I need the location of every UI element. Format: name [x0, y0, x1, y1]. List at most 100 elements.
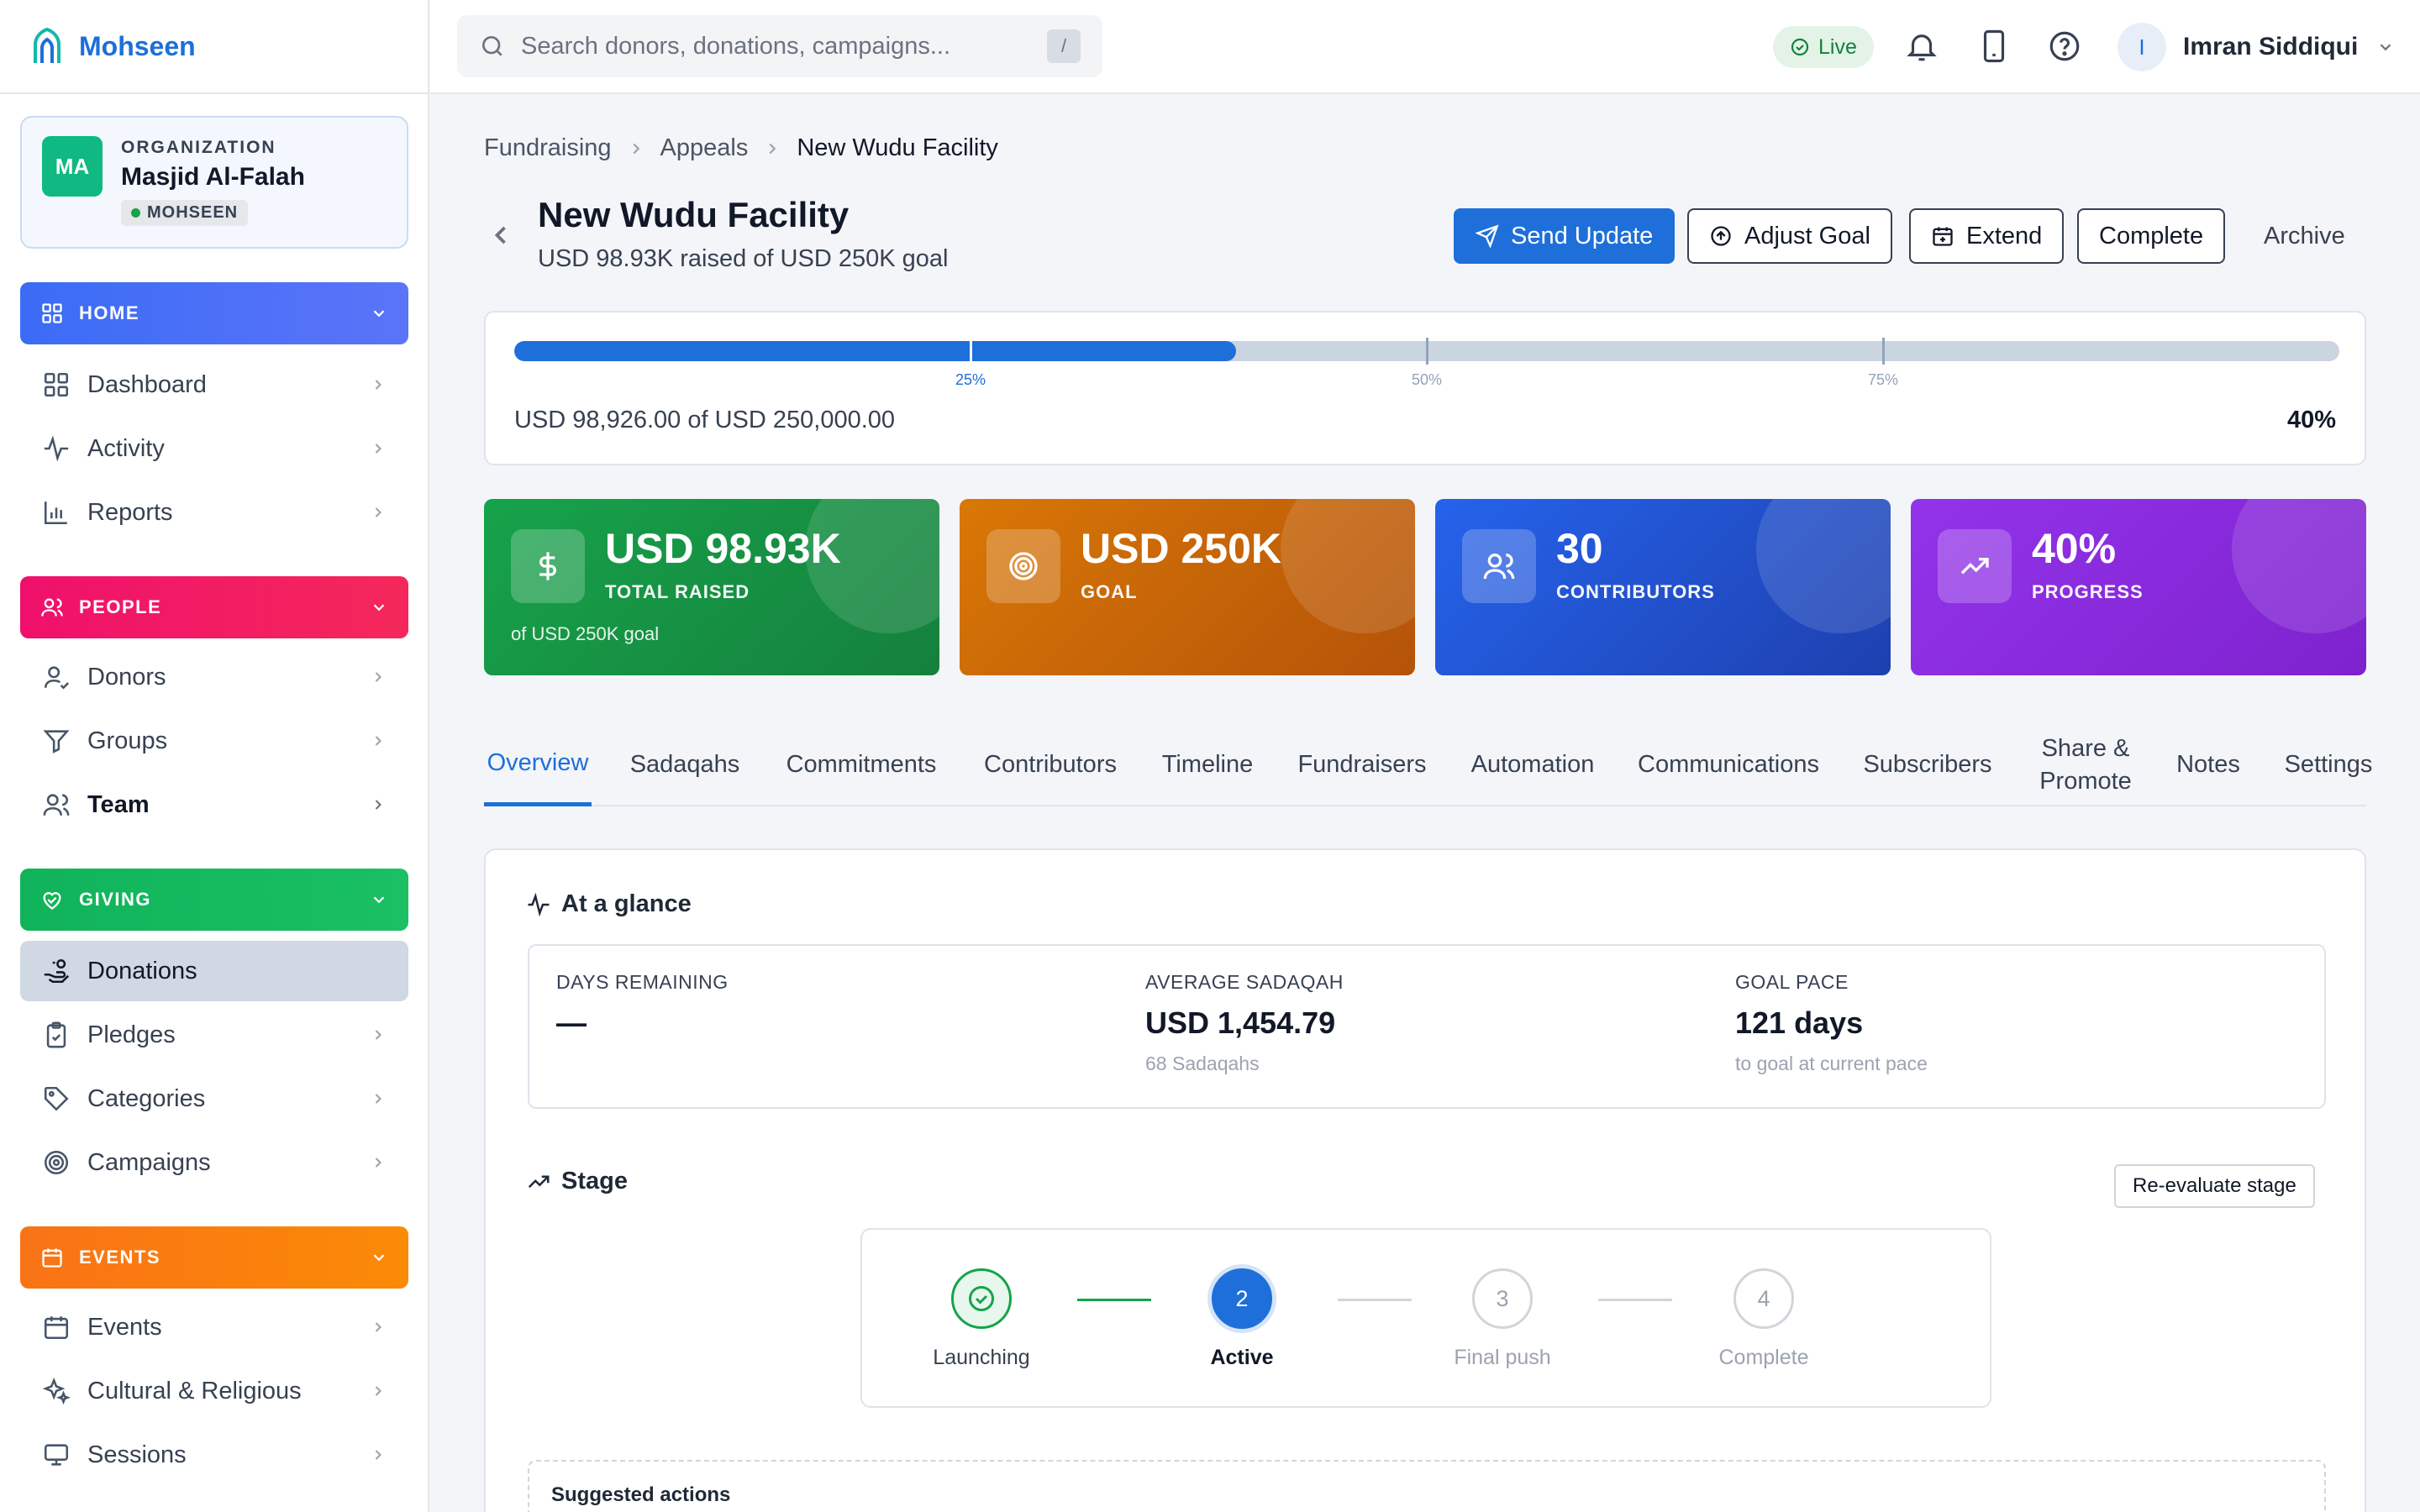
sidebar-item-cultural-religious[interactable]: Cultural & Religious: [20, 1361, 408, 1421]
section-home[interactable]: HOME: [20, 282, 408, 344]
help-circle-icon[interactable]: [2047, 29, 2082, 64]
chevron-right-icon: [769, 143, 776, 154]
stage-step-number: 2: [1212, 1268, 1272, 1329]
bell-icon[interactable]: [1904, 29, 1939, 64]
stat-value: 40%: [2032, 525, 2117, 572]
tab-subscribers[interactable]: Subscribers: [1859, 724, 1996, 806]
stage-step-active: 2 Active: [1158, 1268, 1326, 1370]
stage-step-label: Complete: [1718, 1346, 1809, 1369]
trending-up-icon: [1938, 529, 2012, 603]
sidebar-item-reports[interactable]: Reports: [20, 482, 408, 543]
stage-connector: [1338, 1299, 1412, 1301]
tab-fundraisers[interactable]: Fundraisers: [1294, 724, 1430, 806]
sidebar-item-donors[interactable]: Donors: [20, 647, 408, 707]
brand[interactable]: Mohseen: [0, 0, 428, 94]
milestone-label-50: 50%: [1411, 371, 1443, 388]
sidebar-item-pledges[interactable]: Pledges: [20, 1005, 408, 1065]
chevron-right-icon: [375, 1322, 381, 1332]
glance-sub: 68 Sadaqahs: [1145, 1053, 1260, 1074]
stage-step-final-push: 3 Final push: [1418, 1268, 1586, 1370]
sidebar-item-label: Dashboard: [87, 370, 207, 398]
section-people-label: PEOPLE: [79, 596, 162, 617]
tab-share-promote[interactable]: Share & Promote: [2033, 724, 2138, 806]
tab-notes[interactable]: Notes: [2171, 724, 2245, 806]
page-title: New Wudu Facility: [538, 195, 850, 234]
sidebar-item-sessions[interactable]: Sessions: [20, 1425, 408, 1485]
dashboard-icon: [44, 372, 69, 397]
sidebar-item-label: Activity: [87, 434, 165, 462]
sidebar-item-donations[interactable]: Donations: [20, 941, 408, 1001]
tab-overview[interactable]: Overview: [484, 724, 592, 806]
stage-step-label: Launching: [933, 1346, 1030, 1369]
send-update-button[interactable]: Send Update: [1454, 208, 1676, 264]
sidebar-item-dashboard[interactable]: Dashboard: [20, 354, 408, 415]
sidebar-item-label: Categories: [87, 1084, 206, 1112]
glance-days-remaining: DAYS REMAINING —: [556, 971, 729, 1041]
tab-sadaqahs[interactable]: Sadaqahs: [629, 724, 741, 806]
glance-label: GOAL PACE: [1735, 971, 1849, 993]
sidebar-item-team[interactable]: Team: [20, 774, 408, 835]
breadcrumb-appeals[interactable]: Appeals: [660, 134, 749, 162]
milestone-label-25: 25%: [955, 371, 986, 388]
tab-timeline[interactable]: Timeline: [1158, 724, 1257, 806]
stat-card-contributors: 30 CONTRIBUTORS: [1435, 499, 1891, 675]
breadcrumb-fundraising[interactable]: Fundraising: [484, 134, 612, 162]
sidebar-item-events[interactable]: Events: [20, 1297, 408, 1357]
check-circle-icon: [951, 1268, 1012, 1329]
at-a-glance-heading: At a glance: [526, 890, 692, 918]
stage-connector: [1077, 1299, 1151, 1301]
stat-card-total-raised: USD 98.93K TOTAL RAISED of USD 250K goal: [484, 499, 939, 675]
stat-value: 30: [1556, 525, 1603, 572]
tab-contributors[interactable]: Contributors: [980, 724, 1121, 806]
section-events[interactable]: EVENTS: [20, 1226, 408, 1289]
re-evaluate-stage-button[interactable]: Re-evaluate stage: [2114, 1164, 2315, 1208]
org-label: ORGANIZATION: [121, 138, 276, 157]
tab-automation[interactable]: Automation: [1467, 724, 1598, 806]
arrow-up-circle-icon: [1711, 226, 1731, 246]
stage-heading: Stage: [526, 1168, 628, 1195]
sidebar-item-activity[interactable]: Activity: [20, 418, 408, 479]
sidebar-item-label: Groups: [87, 727, 168, 754]
activity-icon: [44, 435, 69, 462]
mobile-phone-icon[interactable]: [1976, 29, 2012, 64]
search-box[interactable]: /: [457, 15, 1102, 77]
sidebar-item-groups[interactable]: Groups: [20, 711, 408, 771]
stat-card-goal: USD 250K GOAL: [960, 499, 1415, 675]
tab-bar: Overview Sadaqahs Commitments Contributo…: [484, 724, 2372, 806]
suggested-actions: Suggested actions: [528, 1460, 2326, 1512]
stage-step-launching: Launching: [897, 1268, 1065, 1370]
archive-button[interactable]: Archive: [2242, 208, 2367, 264]
user-menu[interactable]: I Imran Siddiqui: [2118, 22, 2395, 72]
sidebar-item-campaigns[interactable]: Campaigns: [20, 1132, 408, 1193]
glance-average-sadaqah: AVERAGE SADAQAH USD 1,454.79 68 Sadaqahs: [1145, 971, 1344, 1075]
adjust-goal-button[interactable]: Adjust Goal: [1687, 208, 1892, 264]
complete-label: Complete: [2099, 222, 2204, 249]
decorative-circle: [1756, 499, 1891, 633]
stat-label: GOAL: [1081, 581, 1138, 602]
users-icon: [1462, 529, 1536, 603]
sidebar-item-categories[interactable]: Categories: [20, 1068, 408, 1129]
chevron-right-icon: [375, 800, 381, 810]
tab-commitments[interactable]: Commitments: [781, 724, 941, 806]
section-people[interactable]: PEOPLE: [20, 576, 408, 638]
section-giving[interactable]: GIVING: [20, 869, 408, 931]
back-chevron-icon[interactable]: [486, 220, 516, 250]
check-circle-icon: [1791, 38, 1809, 56]
clipboard-icon: [46, 1021, 66, 1048]
complete-button[interactable]: Complete: [2077, 208, 2226, 264]
tab-settings[interactable]: Settings: [2279, 724, 2378, 806]
stage-connector: [1598, 1299, 1672, 1301]
extend-button[interactable]: Extend: [1909, 208, 2065, 264]
search-input[interactable]: [521, 32, 1047, 60]
glance-sub: to goal at current pace: [1735, 1053, 1928, 1074]
sidebar-item-label: Donations: [87, 957, 197, 984]
tab-communications[interactable]: Communications: [1635, 724, 1822, 806]
organization-card[interactable]: MA ORGANIZATION Masjid Al-Falah MOHSEEN: [20, 116, 408, 249]
activity-icon: [528, 892, 550, 916]
section-home-label: HOME: [79, 302, 139, 323]
glance-value: —: [556, 1005, 587, 1040]
milestone-tick-25: [970, 338, 972, 365]
brand-name: Mohseen: [79, 30, 196, 61]
live-status-badge[interactable]: Live: [1773, 26, 1874, 68]
sidebar-item-label: Events: [87, 1313, 162, 1341]
